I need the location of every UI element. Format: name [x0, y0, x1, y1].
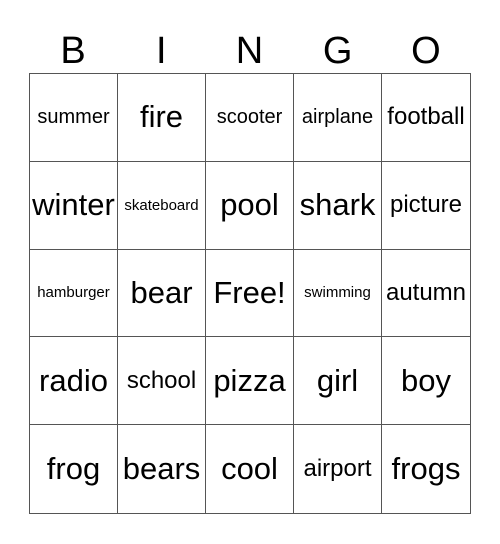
bingo-cell[interactable]: pool	[206, 161, 294, 250]
bingo-cell[interactable]: cool	[206, 425, 294, 513]
header-letter-n: N	[235, 30, 264, 72]
bingo-header: B I N G O	[29, 30, 470, 72]
bingo-cell[interactable]: autumn	[382, 250, 470, 338]
bingo-cell[interactable]: bears	[118, 425, 206, 513]
bingo-cell[interactable]: frogs	[382, 425, 470, 513]
header-letter-i: I	[156, 30, 167, 72]
bingo-cell[interactable]: hamburger	[30, 249, 118, 338]
bingo-cell[interactable]: picture	[382, 162, 470, 250]
bingo-cell[interactable]: airport	[294, 425, 382, 513]
bingo-cell[interactable]: boy	[382, 337, 470, 426]
bingo-cell[interactable]: skateboard	[118, 161, 206, 250]
bingo-cell[interactable]: scooter	[206, 74, 294, 162]
header-letter-b: B	[60, 30, 86, 72]
bingo-cell[interactable]: bear	[118, 249, 206, 338]
bingo-cell[interactable]: fire	[118, 74, 206, 162]
bingo-cell[interactable]: shark	[294, 161, 382, 250]
bingo-cell[interactable]: airplane	[294, 74, 382, 162]
header-letter-o: O	[411, 30, 441, 72]
bingo-cell[interactable]: winter	[30, 161, 118, 250]
bingo-cell[interactable]: school	[118, 337, 206, 426]
bingo-cell[interactable]: frog	[30, 425, 118, 513]
bingo-cell[interactable]: summer	[30, 74, 118, 162]
bingo-cell[interactable]: football	[382, 74, 470, 162]
bingo-cell[interactable]: pizza	[206, 337, 294, 426]
header-letter-g: G	[322, 30, 353, 72]
bingo-cell[interactable]: radio	[30, 337, 118, 426]
bingo-card-grid: summer fire scooter airplane football winter s…	[29, 73, 471, 514]
free-space-cell[interactable]: Free!	[206, 249, 294, 338]
bingo-cell[interactable]: girl	[294, 337, 382, 426]
bingo-cell[interactable]: swimming	[294, 249, 382, 338]
